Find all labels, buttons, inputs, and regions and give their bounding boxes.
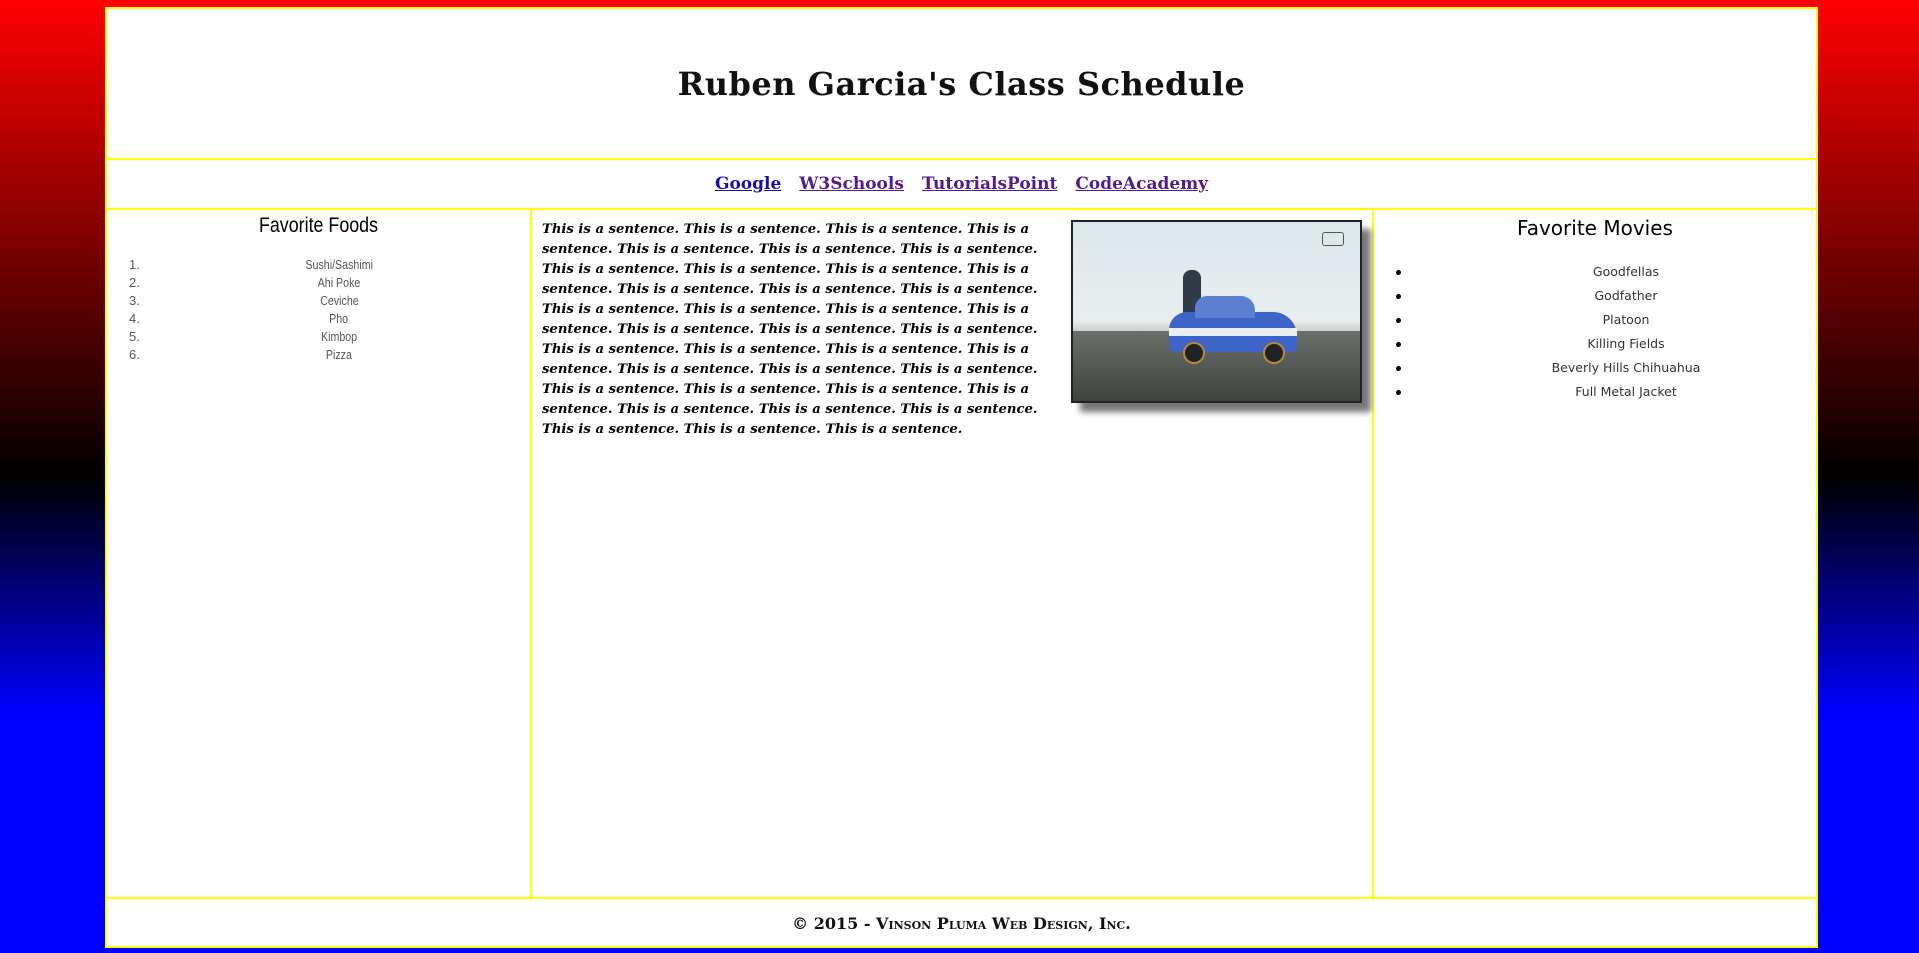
- movie-label: Full Metal Jacket: [1575, 384, 1677, 399]
- left-sidebar: Favorite Foods 1. Sushi/Sashimi 2. Ahi Pok…: [107, 210, 532, 897]
- bullet-icon: [1396, 366, 1401, 371]
- page-header: Ruben Garcia's Class Schedule: [107, 9, 1816, 160]
- list-item: Platoon: [1396, 308, 1816, 332]
- bullet-icon: [1396, 390, 1401, 395]
- copyright-text: © 2015 - Vinson Pluma Web Design, Inc.: [792, 913, 1131, 933]
- photo-logo-mark: [1322, 232, 1344, 246]
- photo-wheel: [1183, 342, 1205, 364]
- movie-label: Beverly Hills Chihuahua: [1551, 360, 1701, 375]
- page-container: Ruben Garcia's Class Schedule Google W3S…: [105, 7, 1818, 948]
- bullet-icon: [1396, 318, 1401, 323]
- car-photo: [1071, 220, 1362, 403]
- food-label: Ceviche: [319, 293, 359, 308]
- food-label: Pho: [329, 311, 349, 326]
- right-sidebar: Favorite Movies Goodfellas Godfather Pla…: [1374, 210, 1816, 897]
- list-item: 6. Pizza: [129, 347, 353, 362]
- list-item: Goodfellas: [1396, 260, 1816, 284]
- list-item: Full Metal Jacket: [1396, 380, 1816, 404]
- food-label: Sushi/Sashimi: [305, 257, 373, 272]
- favorite-movies-heading: Favorite Movies: [1517, 216, 1673, 240]
- food-label: Ahi Poke: [317, 275, 361, 290]
- list-item: 1. Sushi/Sashimi: [129, 257, 373, 272]
- nav-link-w3schools[interactable]: W3Schools: [799, 174, 904, 194]
- favorite-movies-list: Goodfellas Godfather Platoon Killing Fie…: [1374, 260, 1816, 404]
- list-item: 2. Ahi Poke: [129, 275, 361, 290]
- page-footer: © 2015 - Vinson Pluma Web Design, Inc.: [107, 899, 1816, 947]
- list-item: 3. Ceviche: [129, 293, 359, 308]
- bullet-icon: [1396, 294, 1401, 299]
- nav-bar: Google W3Schools TutorialsPoint CodeAcad…: [107, 160, 1816, 210]
- list-item: Godfather: [1396, 284, 1816, 308]
- photo-wheel: [1263, 342, 1285, 364]
- nav-link-google[interactable]: Google: [715, 174, 781, 194]
- favorite-foods-list: 1. Sushi/Sashimi 2. Ahi Poke 3. Ceviche 4. P…: [107, 256, 530, 364]
- movie-label: Goodfellas: [1592, 264, 1660, 279]
- nav-link-codeacademy[interactable]: CodeAcademy: [1075, 174, 1208, 194]
- nav-link-tutorialspoint[interactable]: TutorialsPoint: [922, 174, 1057, 194]
- list-item: 5. Kimbop: [129, 329, 358, 344]
- movie-label: Godfather: [1594, 288, 1658, 303]
- movie-label: Platoon: [1602, 312, 1650, 327]
- content-columns: Favorite Foods 1. Sushi/Sashimi 2. Ahi Pok…: [107, 210, 1816, 899]
- list-item: Killing Fields: [1396, 332, 1816, 356]
- list-item: Beverly Hills Chihuahua: [1396, 356, 1816, 380]
- movie-label: Killing Fields: [1587, 336, 1665, 351]
- list-item: 4. Pho: [129, 311, 349, 326]
- food-label: Kimbop: [320, 329, 358, 344]
- bullet-icon: [1396, 270, 1401, 275]
- food-label: Pizza: [325, 347, 353, 362]
- favorite-foods-heading: Favorite Foods: [258, 214, 379, 237]
- page-title: Ruben Garcia's Class Schedule: [677, 64, 1246, 103]
- bullet-icon: [1396, 342, 1401, 347]
- main-content: This is a sentence. This is a sentence. …: [532, 210, 1374, 897]
